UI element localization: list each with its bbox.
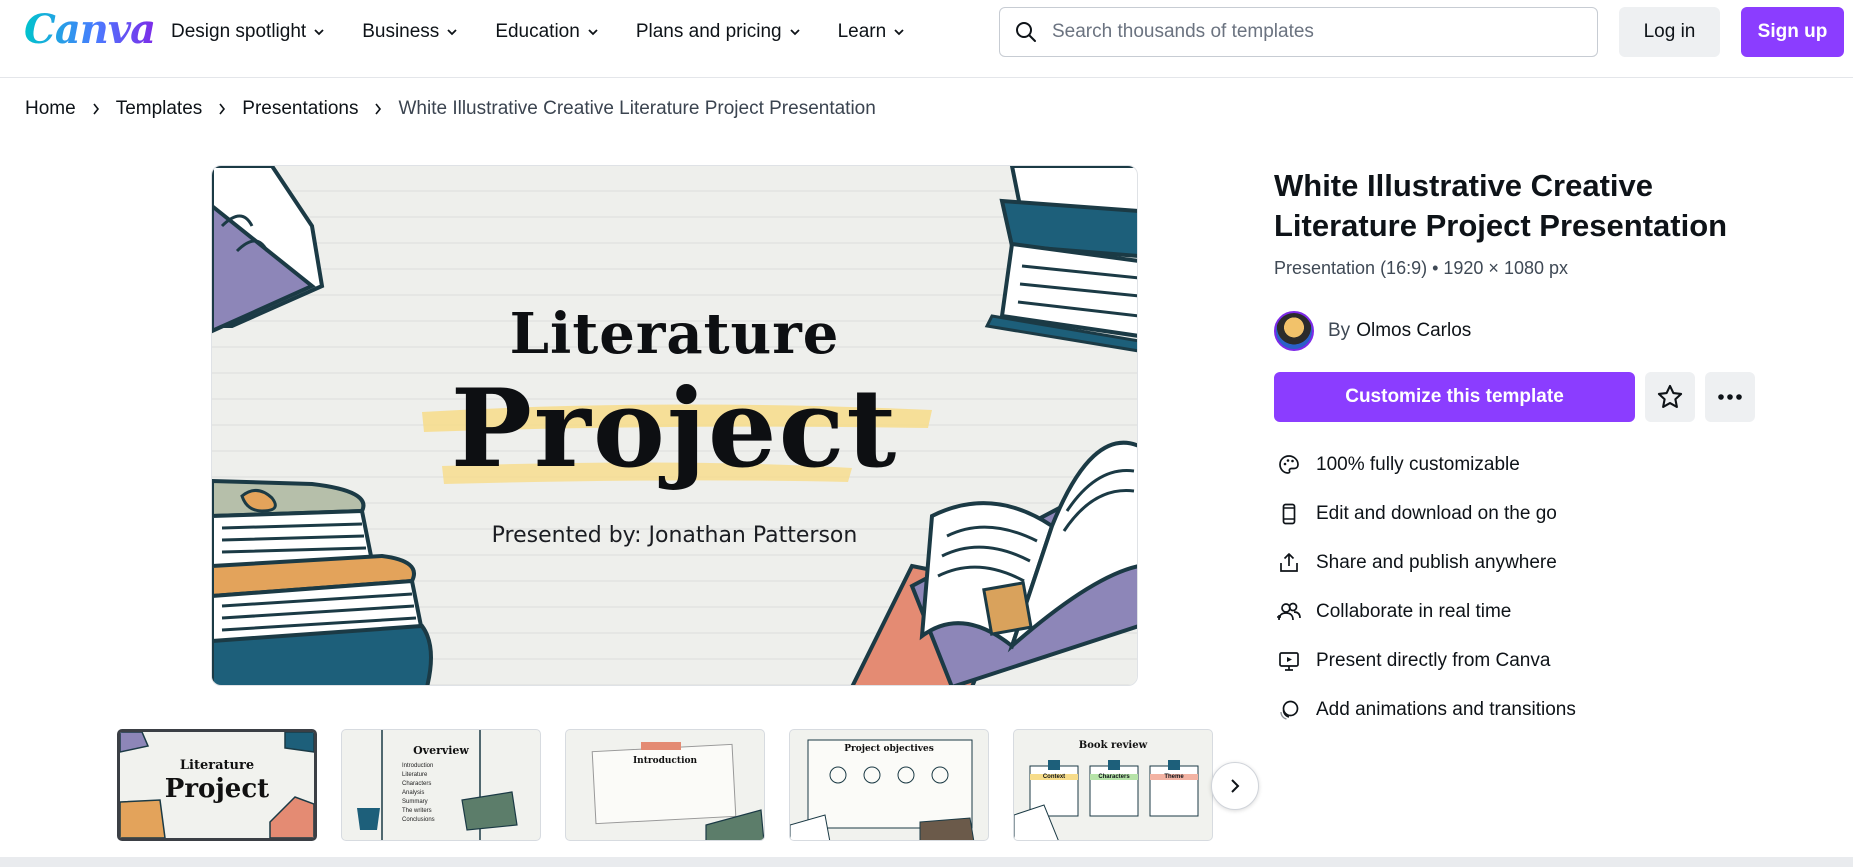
feature-list: 100% fully customizable Edit and downloa… [1276,440,1576,734]
template-title: White Illustrative Creative Literature P… [1274,168,1728,243]
more-options-button[interactable] [1705,372,1755,422]
favorite-button[interactable] [1645,372,1695,422]
thumbnail-5[interactable]: Book review Context Characters Theme [1013,729,1213,841]
more-horizontal-icon [1718,394,1742,400]
thumbnail-1[interactable]: Literature Project [117,729,317,841]
thumbnail-list: Introduction Literature Characters Analy… [402,762,435,825]
top-navigation-bar: Canva Design spotlight Business Educatio… [0,0,1853,78]
present-icon [1276,648,1302,674]
feature-label: Edit and download on the go [1316,502,1557,524]
thumbnail-title: Literature [179,758,255,773]
feature-label: Collaborate in real time [1316,600,1512,622]
chevron-right-icon [1231,779,1240,793]
feature-label: Present directly from Canva [1316,649,1551,671]
thumbnail-list-item: Characters [402,781,432,787]
animation-icon [1276,697,1302,723]
thumbnail-title: Project objectives [844,744,934,754]
thumbnail-3[interactable]: Introduction [565,729,765,841]
thumbnail-title: Introduction [632,756,698,766]
thumbnail-card-label: Context [1030,774,1078,780]
thumbnail-list-item: The writers [402,808,432,814]
thumbnails-next-button[interactable] [1211,762,1259,810]
author-by-label: By [1328,320,1351,341]
nav-label: Education [495,21,580,42]
search-input[interactable] [1052,21,1572,43]
thumbnail-strip: Literature Project Overview Introduction… [117,729,1213,841]
thumbnail-card-label: Theme [1150,774,1198,780]
feature-item: Present directly from Canva [1276,636,1576,685]
nav-plans-and-pricing[interactable]: Plans and pricing [636,21,800,43]
slide-title-line2: Project [450,366,899,492]
thumbnail-title: Book review [1078,740,1148,751]
thumbnail-list-item: Literature [402,772,428,778]
thumbnail-card-label: Characters [1090,774,1138,780]
bottom-scroll-edge [0,857,1853,867]
slide-presenter: Presented by: Jonathan Patterson [491,523,858,548]
nav-learn[interactable]: Learn [838,21,905,43]
breadcrumb-current: White Illustrative Creative Literature P… [398,98,876,119]
collaborate-icon [1276,599,1302,625]
chevron-down-icon [894,29,904,36]
palette-icon [1276,452,1302,478]
template-meta: Presentation (16:9) • 1920 × 1080 px [1274,258,1569,278]
author-name-link[interactable]: Olmos Carlos [1356,320,1471,342]
feature-item: Edit and download on the go [1276,489,1576,538]
chevron-right-icon [93,103,99,115]
search-bar[interactable] [999,7,1598,57]
thumbnail-2[interactable]: Overview Introduction Literature Charact… [341,729,541,841]
customize-template-button[interactable]: Customize this template [1274,372,1635,422]
feature-item: Collaborate in real time [1276,587,1576,636]
feature-item: 100% fully customizable [1276,440,1576,489]
share-icon [1276,550,1302,576]
breadcrumb-home[interactable]: Home [25,98,76,120]
breadcrumb: Home Templates Presentations White Illus… [25,98,876,120]
nav-label: Business [362,21,440,42]
feature-item: Add animations and transitions [1276,685,1576,734]
slide-title-line1: Literature [509,301,840,367]
thumbnail-title: Overview [413,744,469,757]
chevron-down-icon [314,29,324,36]
template-preview[interactable]: Literature Project Presented by: Jonatha… [211,165,1138,686]
feature-label: 100% fully customizable [1316,453,1520,475]
canva-logo[interactable]: Canva [24,6,156,53]
thumbnail-list-item: Conclusions [402,817,435,823]
star-icon [1657,384,1683,408]
nav-label: Plans and pricing [635,21,782,42]
thumbnail-list-item: Introduction [402,763,434,769]
chevron-down-icon [588,29,598,36]
breadcrumb-templates[interactable]: Templates [116,98,203,120]
author-row: By Olmos Carlos [1274,311,1471,351]
feature-label: Share and publish anywhere [1316,551,1557,573]
mobile-icon [1276,501,1302,527]
thumbnail-4[interactable]: Project objectives [789,729,989,841]
main-nav: Design spotlight Business Education Plan… [171,0,942,64]
search-icon [1016,22,1036,42]
signup-button[interactable]: Sign up [1741,7,1844,57]
thumbnail-subtitle: Project [164,774,270,804]
author-avatar[interactable] [1274,311,1314,351]
chevron-right-icon [219,103,226,115]
feature-label: Add animations and transitions [1316,698,1576,720]
breadcrumb-presentations[interactable]: Presentations [242,98,358,120]
chevron-right-icon [375,103,382,115]
nav-business[interactable]: Business [362,21,457,43]
nav-label: Design spotlight [171,21,307,42]
thumbnail-list-item: Summary [402,799,428,805]
login-button[interactable]: Log in [1619,7,1720,57]
feature-item: Share and publish anywhere [1276,538,1576,587]
chevron-down-icon [789,29,800,36]
nav-design-spotlight[interactable]: Design spotlight [171,21,324,43]
nav-label: Learn [837,21,887,42]
nav-education[interactable]: Education [495,21,598,43]
chevron-down-icon [447,29,457,36]
thumbnail-illustration [591,742,764,840]
thumbnail-list-item: Analysis [402,790,425,796]
